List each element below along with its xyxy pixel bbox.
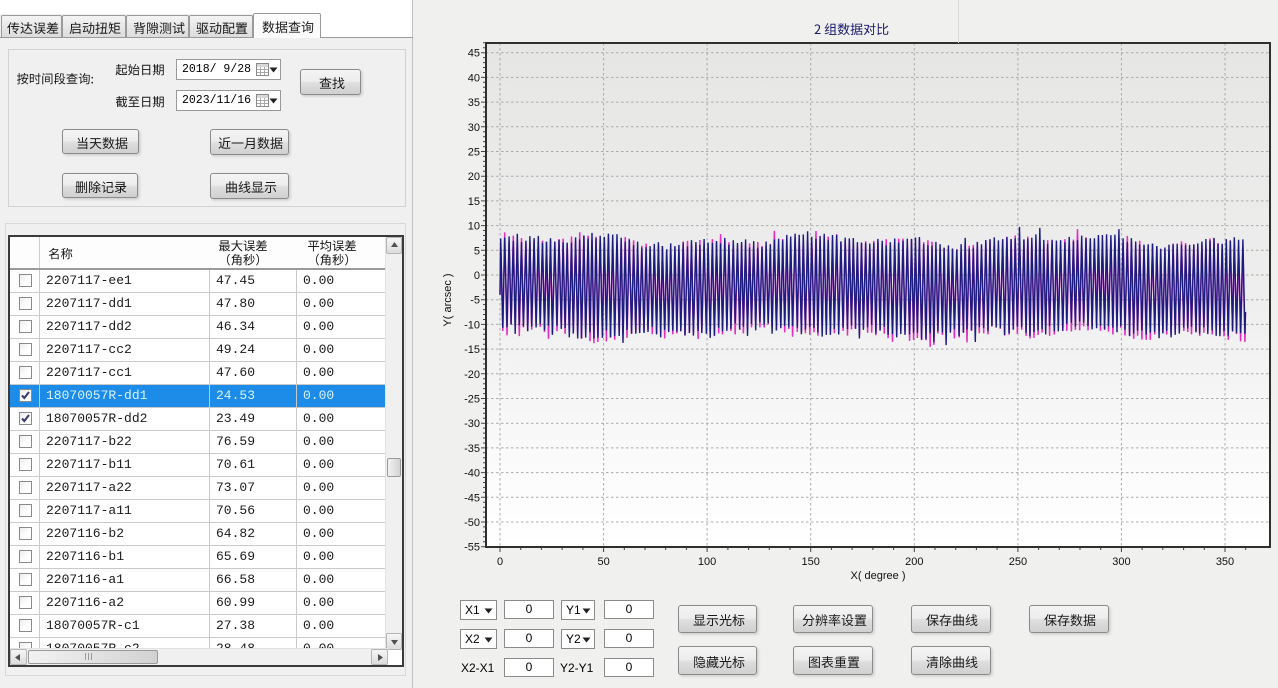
svg-text:250: 250 bbox=[1009, 556, 1027, 568]
svg-text:Y( arcsec ): Y( arcsec ) bbox=[442, 273, 454, 326]
svg-text:150: 150 bbox=[802, 556, 820, 568]
svg-text:0: 0 bbox=[497, 556, 503, 568]
svg-text:30: 30 bbox=[468, 122, 480, 134]
svg-text:-35: -35 bbox=[464, 443, 480, 455]
svg-text:-10: -10 bbox=[464, 319, 480, 331]
svg-text:10: 10 bbox=[468, 221, 480, 233]
svg-text:-40: -40 bbox=[464, 468, 480, 480]
svg-text:20: 20 bbox=[468, 171, 480, 183]
svg-text:X( degree ): X( degree ) bbox=[850, 570, 905, 582]
svg-text:-55: -55 bbox=[464, 542, 480, 554]
svg-text:100: 100 bbox=[698, 556, 716, 568]
svg-text:-30: -30 bbox=[464, 418, 480, 430]
svg-text:40: 40 bbox=[468, 72, 480, 84]
svg-text:45: 45 bbox=[468, 48, 480, 60]
svg-text:200: 200 bbox=[905, 556, 923, 568]
svg-text:300: 300 bbox=[1112, 556, 1130, 568]
svg-text:5: 5 bbox=[474, 245, 480, 257]
svg-text:-5: -5 bbox=[470, 295, 480, 307]
svg-text:-50: -50 bbox=[464, 517, 480, 529]
svg-text:350: 350 bbox=[1216, 556, 1234, 568]
svg-text:35: 35 bbox=[468, 97, 480, 109]
svg-text:50: 50 bbox=[597, 556, 609, 568]
svg-text:-45: -45 bbox=[464, 492, 480, 504]
svg-text:15: 15 bbox=[468, 196, 480, 208]
svg-text:-20: -20 bbox=[464, 369, 480, 381]
svg-text:0: 0 bbox=[474, 270, 480, 282]
svg-text:25: 25 bbox=[468, 147, 480, 159]
svg-text:-25: -25 bbox=[464, 394, 480, 406]
svg-text:-15: -15 bbox=[464, 344, 480, 356]
